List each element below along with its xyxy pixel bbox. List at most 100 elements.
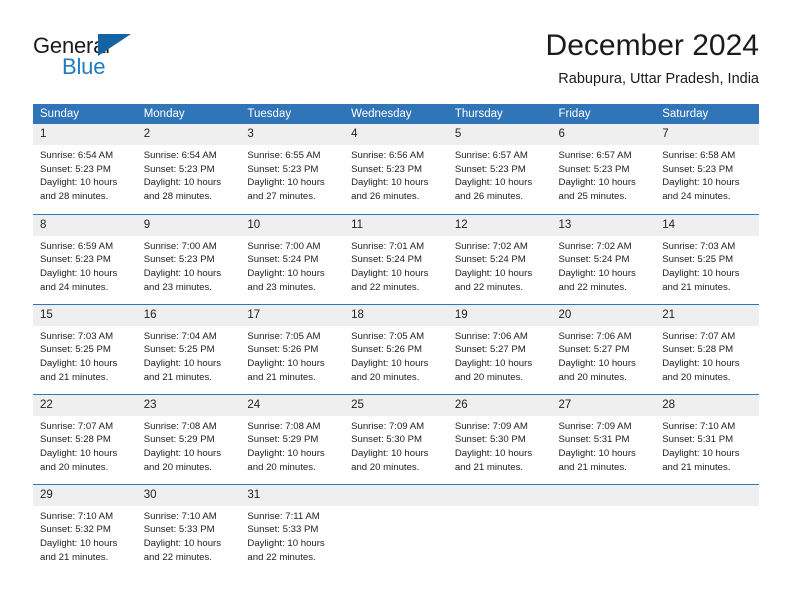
calendar-day-cell[interactable]: 7 Sunrise: 6:58 AM Sunset: 5:23 PM Daylight… — [655, 124, 759, 214]
day-details: Sunrise: 7:03 AM Sunset: 5:25 PM Daylight:… — [655, 236, 759, 295]
daylight-duration-line1: Daylight: 10 hours — [40, 177, 118, 189]
calendar-day-cell[interactable]: 10 Sunrise: 7:00 AM Sunset: 5:24 PM Dayligh… — [240, 213, 345, 304]
calendar-page: General Blue December 2024 Rabupura, Utt… — [0, 0, 792, 612]
day-details: Sunrise: 7:02 AM Sunset: 5:24 PM Daylight:… — [448, 236, 552, 295]
sunset-time: Sunset: 5:23 PM — [247, 163, 319, 175]
weekday-header-monday: Monday — [136, 104, 241, 124]
sunrise-time: Sunrise: 7:00 AM — [247, 240, 321, 252]
calendar-day-cell[interactable]: 3 Sunrise: 6:55 AM Sunset: 5:23 PM Daylight… — [240, 124, 345, 214]
calendar-day-cell[interactable]: 23 Sunrise: 7:08 AM Sunset: 5:29 PM Dayligh… — [136, 393, 241, 484]
sunrise-time: Sunrise: 7:07 AM — [662, 330, 736, 342]
calendar-day-cell[interactable]: 19 Sunrise: 7:06 AM Sunset: 5:27 PM Dayligh… — [447, 303, 552, 394]
day-number: 18 — [344, 304, 448, 326]
sunset-time: Sunset: 5:33 PM — [143, 524, 215, 536]
sunrise-time: Sunrise: 6:54 AM — [40, 150, 114, 161]
calendar-day-cell[interactable]: 11 Sunrise: 7:01 AM Sunset: 5:24 PM Dayligh… — [344, 213, 448, 304]
day-details: Sunrise: 6:58 AM Sunset: 5:23 PM Daylight:… — [655, 145, 759, 204]
calendar-day-cell[interactable]: 8 Sunrise: 6:59 AM Sunset: 5:23 PM Daylight… — [33, 213, 137, 304]
day-number: 25 — [344, 394, 448, 416]
sunrise-time: Sunrise: 7:10 AM — [143, 510, 217, 522]
day-number: 13 — [551, 214, 656, 236]
daylight-duration-line2: and 21 minutes. — [40, 551, 109, 563]
sunset-time: Sunset: 5:30 PM — [454, 434, 526, 446]
calendar-day-cell[interactable]: 13 Sunrise: 7:02 AM Sunset: 5:24 PM Dayligh… — [551, 213, 656, 304]
calendar-day-cell[interactable]: 14 Sunrise: 7:03 AM Sunset: 5:25 PM Dayligh… — [655, 213, 759, 304]
sunrise-time: Sunrise: 7:07 AM — [40, 420, 114, 432]
calendar-day-cell[interactable]: 25 Sunrise: 7:09 AM Sunset: 5:30 PM Dayligh… — [344, 393, 448, 484]
daylight-duration-line1: Daylight: 10 hours — [40, 267, 118, 279]
calendar-day-cell[interactable]: 30 Sunrise: 7:10 AM Sunset: 5:33 PM Dayligh… — [136, 483, 241, 574]
calendar-day-cell[interactable]: 26 Sunrise: 7:09 AM Sunset: 5:30 PM Dayligh… — [447, 393, 552, 484]
calendar-day-cell[interactable]: 9 Sunrise: 7:00 AM Sunset: 5:23 PM Daylight… — [136, 213, 241, 304]
daylight-duration-line2: and 21 minutes. — [662, 461, 731, 473]
daylight-duration-line2: and 26 minutes. — [454, 191, 524, 203]
calendar-day-cell[interactable]: 27 Sunrise: 7:09 AM Sunset: 5:31 PM Dayligh… — [551, 393, 656, 484]
sunset-time: Sunset: 5:31 PM — [662, 434, 734, 446]
calendar-empty-cell — [655, 483, 759, 574]
sunrise-time: Sunrise: 7:05 AM — [247, 330, 321, 342]
day-number: 17 — [240, 304, 345, 326]
sunset-time: Sunset: 5:29 PM — [143, 434, 215, 446]
day-number: 30 — [136, 484, 241, 506]
day-number — [551, 484, 656, 506]
sunset-time: Sunset: 5:25 PM — [40, 344, 111, 356]
calendar-day-cell[interactable]: 6 Sunrise: 6:57 AM Sunset: 5:23 PM Daylight… — [551, 124, 656, 214]
day-details: Sunrise: 6:56 AM Sunset: 5:23 PM Daylight:… — [344, 145, 448, 204]
day-details: Sunrise: 6:57 AM Sunset: 5:23 PM Daylight:… — [448, 145, 552, 204]
calendar-week-row: 1 Sunrise: 6:54 AM Sunset: 5:23 PM Daylight… — [33, 124, 759, 214]
calendar-empty-cell — [551, 483, 656, 574]
calendar-day-cell[interactable]: 29 Sunrise: 7:10 AM Sunset: 5:32 PM Dayligh… — [33, 483, 137, 574]
day-number: 21 — [655, 304, 759, 326]
daylight-duration-line2: and 27 minutes. — [247, 191, 316, 203]
weekday-header-thursday: Thursday — [447, 104, 552, 124]
daylight-duration-line1: Daylight: 10 hours — [662, 267, 740, 279]
sunrise-time: Sunrise: 6:55 AM — [247, 150, 321, 161]
sunset-time: Sunset: 5:23 PM — [558, 163, 630, 175]
daylight-duration-line2: and 20 minutes. — [247, 461, 316, 473]
day-details: Sunrise: 7:04 AM Sunset: 5:25 PM Daylight:… — [137, 326, 241, 385]
calendar-day-cell[interactable]: 4 Sunrise: 6:56 AM Sunset: 5:23 PM Daylight… — [344, 124, 448, 214]
daylight-duration-line2: and 21 minutes. — [40, 371, 109, 383]
calendar-week-row: 22 Sunrise: 7:07 AM Sunset: 5:28 PM Dayligh… — [33, 393, 759, 484]
day-details: Sunrise: 6:54 AM Sunset: 5:23 PM Daylight:… — [33, 145, 137, 204]
day-number: 7 — [655, 124, 759, 145]
calendar-day-cell[interactable]: 31 Sunrise: 7:11 AM Sunset: 5:33 PM Dayligh… — [240, 483, 345, 574]
daylight-duration-line2: and 21 minutes. — [454, 461, 524, 473]
sunset-time: Sunset: 5:26 PM — [351, 344, 423, 356]
day-number: 23 — [136, 394, 241, 416]
calendar-day-cell[interactable]: 24 Sunrise: 7:08 AM Sunset: 5:29 PM Dayligh… — [240, 393, 345, 484]
calendar-day-cell[interactable]: 17 Sunrise: 7:05 AM Sunset: 5:26 PM Dayligh… — [240, 303, 345, 394]
sunset-time: Sunset: 5:27 PM — [558, 344, 630, 356]
calendar-day-cell[interactable]: 12 Sunrise: 7:02 AM Sunset: 5:24 PM Dayligh… — [447, 213, 552, 304]
weekday-header-tuesday: Tuesday — [240, 104, 345, 124]
day-number: 8 — [33, 214, 137, 236]
sunrise-time: Sunrise: 7:06 AM — [454, 330, 528, 342]
calendar-day-cell[interactable]: 18 Sunrise: 7:05 AM Sunset: 5:26 PM Dayligh… — [344, 303, 448, 394]
daylight-duration-line2: and 22 minutes. — [143, 551, 212, 563]
daylight-duration-line1: Daylight: 10 hours — [247, 447, 325, 459]
day-number: 16 — [136, 304, 241, 326]
calendar-day-cell[interactable]: 16 Sunrise: 7:04 AM Sunset: 5:25 PM Dayligh… — [136, 303, 241, 394]
calendar-day-cell[interactable]: 28 Sunrise: 7:10 AM Sunset: 5:31 PM Dayligh… — [655, 393, 759, 484]
calendar-day-cell[interactable]: 1 Sunrise: 6:54 AM Sunset: 5:23 PM Daylight… — [33, 124, 137, 214]
sunrise-time: Sunrise: 7:06 AM — [558, 330, 632, 342]
daylight-duration-line1: Daylight: 10 hours — [40, 357, 118, 369]
calendar-day-cell[interactable]: 21 Sunrise: 7:07 AM Sunset: 5:28 PM Dayligh… — [655, 303, 759, 394]
calendar-day-cell[interactable]: 15 Sunrise: 7:03 AM Sunset: 5:25 PM Dayligh… — [33, 303, 137, 394]
sunrise-time: Sunrise: 7:09 AM — [558, 420, 632, 432]
daylight-duration-line2: and 20 minutes. — [454, 371, 524, 383]
day-number: 22 — [33, 394, 137, 416]
daylight-duration-line2: and 21 minutes. — [247, 371, 316, 383]
day-number: 9 — [136, 214, 241, 236]
daylight-duration-line2: and 20 minutes. — [662, 371, 731, 383]
calendar-day-cell[interactable]: 20 Sunrise: 7:06 AM Sunset: 5:27 PM Dayligh… — [551, 303, 656, 394]
daylight-duration-line1: Daylight: 10 hours — [40, 537, 118, 549]
calendar-day-cell[interactable]: 5 Sunrise: 6:57 AM Sunset: 5:23 PM Daylight… — [447, 124, 552, 214]
daylight-duration-line1: Daylight: 10 hours — [558, 267, 636, 279]
calendar-day-cell[interactable]: 22 Sunrise: 7:07 AM Sunset: 5:28 PM Dayligh… — [33, 393, 137, 484]
calendar-day-cell[interactable]: 2 Sunrise: 6:54 AM Sunset: 5:23 PM Daylight… — [136, 124, 241, 214]
sunrise-time: Sunrise: 7:09 AM — [454, 420, 528, 432]
sunset-time: Sunset: 5:23 PM — [143, 163, 215, 175]
daylight-duration-line1: Daylight: 10 hours — [454, 267, 533, 279]
sunset-time: Sunset: 5:24 PM — [558, 254, 630, 266]
